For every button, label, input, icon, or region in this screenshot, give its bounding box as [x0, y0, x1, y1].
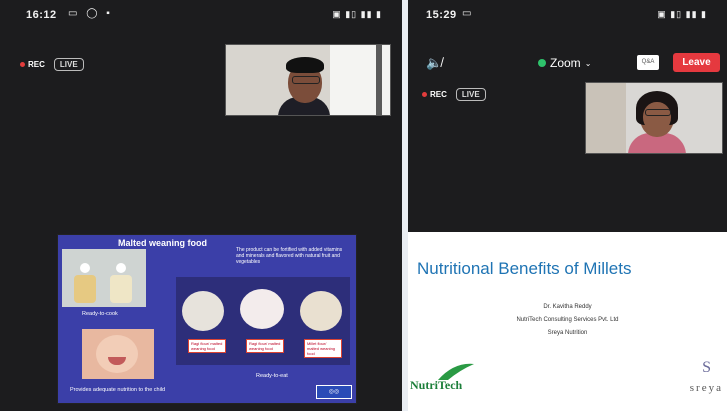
- leaf-icon: [438, 363, 474, 380]
- presenter-name: Dr. Kavitha Reddy: [543, 304, 592, 310]
- record-dot-icon: [422, 92, 427, 97]
- zoom-label: Zoom: [550, 56, 581, 70]
- slide-title: Nutritional Benefits of Millets: [417, 259, 632, 278]
- record-dot-icon: [20, 62, 25, 67]
- slide-description: The product can be fortified with added …: [236, 247, 343, 265]
- institute-logo-icon: ◎◎: [316, 385, 352, 399]
- security-dot-icon: [538, 59, 546, 67]
- presenter-video[interactable]: [585, 82, 723, 154]
- status-bar: 15:29 ▭ ▣ ▮▯ ▮▮ ▮: [408, 0, 727, 30]
- qa-button[interactable]: Q&A: [637, 55, 659, 70]
- organization-name-2: Sreya Nutrition: [547, 330, 588, 336]
- jars-image: [62, 249, 146, 307]
- sreya-logo-mark: S: [702, 359, 711, 376]
- zoom-toolbar: 🔈̸ Zoom ⌄ Q&A Leave: [408, 50, 727, 76]
- notification-icons: ▭: [462, 8, 475, 19]
- signal-battery-icons: ▣ ▮▯ ▮▮ ▮: [332, 9, 382, 19]
- status-time: 15:29: [426, 9, 457, 21]
- shared-slide: Malted weaning food The product can be f…: [57, 234, 357, 404]
- shared-slide: Nutritional Benefits of Millets Dr. Kavi…: [408, 232, 727, 411]
- slide-title: Malted weaning food: [118, 238, 207, 248]
- speaker-muted-icon[interactable]: 🔈̸: [426, 55, 442, 71]
- label-ragi-flour-2: Ragi flour/ malted weaning food: [246, 339, 284, 353]
- live-badge: LIVE: [455, 88, 486, 101]
- nutritech-logo: NutriTech: [410, 363, 474, 393]
- caption-adequate-nutrition: Provides adequate nutrition to the child: [70, 387, 166, 393]
- label-ragi-flour-1: Ragi flour/ malted weaning food: [188, 339, 226, 353]
- caption-ready-to-cook: Ready-to-cook: [82, 311, 118, 317]
- chevron-down-icon: ⌄: [584, 58, 592, 68]
- caption-ready-to-eat: Ready-to-eat: [256, 373, 288, 379]
- organization-name: NutriTech Consulting Services Pvt. Ltd: [516, 317, 619, 323]
- sreya-logo: sreya: [689, 382, 723, 394]
- right-phone-screen: 15:29 ▭ ▣ ▮▯ ▮▮ ▮ 🔈̸ Zoom ⌄ Q&A Leave RE…: [408, 0, 727, 411]
- live-badge: LIVE: [53, 58, 84, 71]
- left-phone-screen: 16:12 ▭ ◯ ▪ ▣ ▮▯ ▮▮ ▮ REC LIVE Malted we…: [0, 0, 402, 411]
- signal-battery-icons: ▣ ▮▯ ▮▮ ▮: [657, 9, 707, 19]
- recording-indicator: REC LIVE: [422, 88, 486, 101]
- presenter-video[interactable]: [225, 44, 391, 116]
- leave-button[interactable]: Leave: [673, 53, 720, 72]
- zoom-menu-button[interactable]: Zoom ⌄: [538, 56, 591, 70]
- rec-label: REC: [430, 90, 447, 99]
- recording-indicator: REC LIVE: [20, 58, 84, 71]
- baby-image: [82, 329, 154, 379]
- notification-icons: ▭ ◯ ▪: [68, 8, 113, 19]
- status-time: 16:12: [26, 9, 57, 21]
- rec-label: REC: [28, 60, 45, 69]
- status-bar: 16:12 ▭ ◯ ▪ ▣ ▮▯ ▮▮ ▮: [0, 0, 402, 30]
- label-millet-flour: Millet flour/ malted weaning food: [304, 339, 342, 358]
